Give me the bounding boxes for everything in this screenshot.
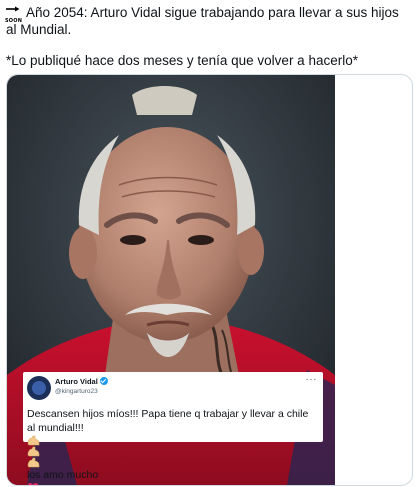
flexed-biceps-icon [27, 446, 40, 457]
embedded-body-tail: los amo mucho [27, 469, 99, 481]
red-heart-icon [27, 483, 39, 485]
more-options-icon: ··· [305, 374, 317, 385]
tweet-photo[interactable]: Arturo Vidal @kingarturo23 ··· Descansen… [7, 75, 335, 485]
tweet-text: SOON Año 2054: Arturo Vidal sigue trabaj… [5, 4, 411, 69]
verified-badge-icon [99, 377, 108, 385]
embedded-tweet-screenshot: Arturo Vidal @kingarturo23 ··· Descansen… [23, 372, 323, 485]
flexed-biceps-icon [27, 435, 40, 446]
tweet-paragraph-2: *Lo publiqué hace dos meses y tenía que … [6, 53, 358, 68]
flexed-biceps-icon [27, 457, 40, 468]
embedded-display-name: Arturo Vidal [55, 377, 108, 386]
embedded-body-main: Descansen hijos míos!!! Papa tiene q tra… [27, 408, 309, 434]
tweet-media-card[interactable]: Arturo Vidal @kingarturo23 ··· Descansen… [6, 74, 413, 486]
avatar [27, 376, 51, 400]
tweet-paragraph-1: SOON Año 2054: Arturo Vidal sigue trabaj… [5, 4, 411, 38]
embedded-tweet-body: Descansen hijos míos!!! Papa tiene q tra… [27, 407, 319, 485]
tweet-body-line: Año 2054: Arturo Vidal sigue trabajando … [6, 5, 399, 37]
soon-arrow-icon: SOON [5, 5, 22, 24]
embedded-handle: @kingarturo23 [55, 388, 98, 395]
